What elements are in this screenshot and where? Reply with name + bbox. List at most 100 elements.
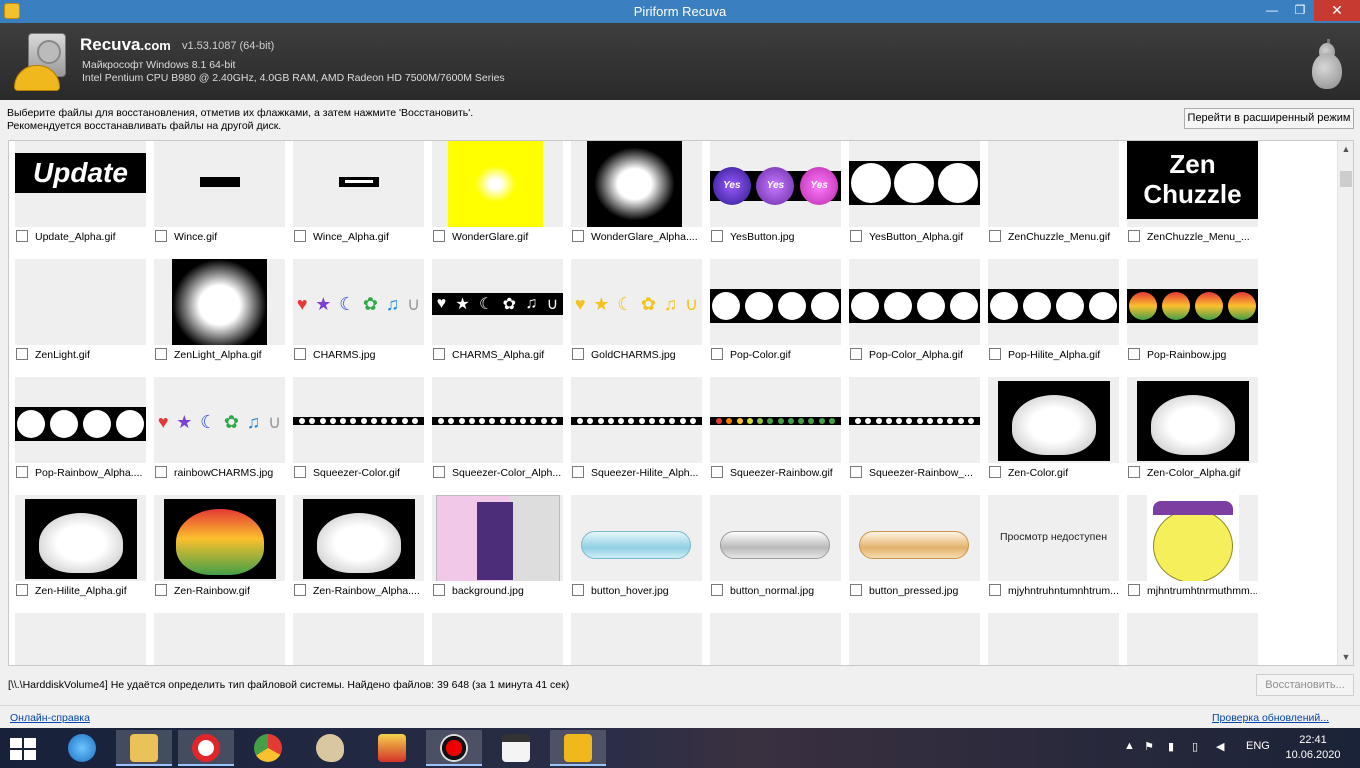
file-tile[interactable]: Zen-Rainbow.gif — [152, 495, 285, 613]
file-tile[interactable]: Squeezer-Color.gif — [291, 377, 424, 495]
file-checkbox[interactable] — [433, 230, 445, 242]
file-tile[interactable]: Squeezer-Hilite_Alph... — [569, 377, 702, 495]
file-checkbox[interactable] — [155, 230, 167, 242]
file-checkbox[interactable] — [16, 584, 28, 596]
file-checkbox[interactable] — [850, 466, 862, 478]
explorer-icon[interactable] — [116, 730, 172, 766]
scrollbar-thumb[interactable] — [1340, 171, 1352, 187]
file-tile[interactable]: Wince_Alpha.gif — [291, 141, 424, 259]
file-tile[interactable]: Просмотр недоступен — [430, 613, 563, 665]
file-tile[interactable]: YesButton_Alpha.gif — [847, 141, 980, 259]
file-tile[interactable]: Zen Chuzzle ZenChuzzle_Menu_... — [1125, 141, 1258, 259]
file-checkbox[interactable] — [294, 584, 306, 596]
file-tile[interactable]: Update Update_Alpha.gif — [13, 141, 146, 259]
file-checkbox[interactable] — [1128, 584, 1140, 596]
file-tile[interactable]: mjhntrumhtnrmuthmm... — [1125, 495, 1258, 613]
file-checkbox[interactable] — [850, 584, 862, 596]
file-tile[interactable]: Pop-Rainbow_Alpha.... — [13, 377, 146, 495]
restore-button[interactable]: Восстановить... — [1256, 674, 1354, 696]
file-tile[interactable]: ♥ ★ ☾ ✿ ♫ ∪ GoldCHARMS.jpg — [569, 259, 702, 377]
file-tile[interactable]: background.jpg — [430, 495, 563, 613]
start-icon[interactable] — [10, 738, 38, 760]
paint-icon[interactable] — [302, 730, 358, 766]
file-tile[interactable]: Pop-Color.gif — [708, 259, 841, 377]
file-checkbox[interactable] — [16, 466, 28, 478]
file-checkbox[interactable] — [155, 466, 167, 478]
file-checkbox[interactable] — [433, 466, 445, 478]
file-checkbox[interactable] — [1128, 230, 1140, 242]
file-checkbox[interactable] — [294, 466, 306, 478]
file-tile[interactable]: ♥ ★ ☾ ✿ ♫ ∪ rainbowCHARMS.jpg — [152, 377, 285, 495]
file-tile[interactable]: button_normal.jpg — [708, 495, 841, 613]
ie-icon[interactable] — [54, 730, 110, 766]
file-tile[interactable]: Yes Yes Yes YesButton.jpg — [708, 141, 841, 259]
record-icon[interactable] — [426, 730, 482, 766]
file-checkbox[interactable] — [433, 348, 445, 360]
advanced-mode-button[interactable]: Перейти в расширенный режим — [1184, 108, 1354, 129]
opera-icon[interactable] — [178, 730, 234, 766]
network-icon[interactable]: ▮ — [1168, 740, 1174, 753]
language-indicator[interactable]: ENG — [1246, 740, 1270, 752]
clock[interactable]: 22:41 10.06.2020 — [1272, 733, 1354, 763]
file-tile[interactable]: Просмотр недоступен — [847, 613, 980, 665]
file-tile[interactable]: Просмотр недоступен — [152, 613, 285, 665]
file-tile[interactable]: Squeezer-Rainbow_... — [847, 377, 980, 495]
file-checkbox[interactable] — [16, 348, 28, 360]
file-checkbox[interactable] — [294, 348, 306, 360]
file-checkbox[interactable] — [572, 230, 584, 242]
file-checkbox[interactable] — [433, 584, 445, 596]
file-checkbox[interactable] — [711, 466, 723, 478]
file-tile[interactable]: Просмотр недоступен — [291, 613, 424, 665]
file-tile[interactable]: Squeezer-Rainbow.gif — [708, 377, 841, 495]
minimize-button[interactable]: — — [1258, 0, 1286, 21]
check-updates-link[interactable]: Проверка обновлений... — [1212, 712, 1329, 724]
file-checkbox[interactable] — [711, 348, 723, 360]
chrome-icon[interactable] — [240, 730, 296, 766]
game-icon[interactable] — [364, 730, 420, 766]
file-checkbox[interactable] — [155, 584, 167, 596]
file-tile[interactable]: Просмотр недоступен mjyhntruhntumnhtrum..… — [986, 495, 1119, 613]
file-tile[interactable]: Pop-Hilite_Alpha.gif — [986, 259, 1119, 377]
file-tile[interactable]: Просмотр недоступен — [13, 613, 146, 665]
file-checkbox[interactable] — [16, 230, 28, 242]
flag-icon[interactable]: ⚑ — [1144, 740, 1154, 753]
file-tile[interactable]: ZenLight_Alpha.gif — [152, 259, 285, 377]
battery-icon[interactable]: ▯ — [1192, 740, 1198, 753]
file-checkbox[interactable] — [572, 466, 584, 478]
maximize-button[interactable]: ❐ — [1286, 0, 1314, 21]
file-tile[interactable]: Просмотр недоступен — [986, 613, 1119, 665]
file-checkbox[interactable] — [989, 348, 1001, 360]
recuva-icon[interactable] — [550, 730, 606, 766]
file-checkbox[interactable] — [989, 584, 1001, 596]
file-tile[interactable]: Zen-Rainbow_Alpha.... — [291, 495, 424, 613]
file-checkbox[interactable] — [1128, 348, 1140, 360]
file-checkbox[interactable] — [711, 584, 723, 596]
file-tile[interactable]: Zen-Color.gif — [986, 377, 1119, 495]
file-tile[interactable]: WonderGlare_Alpha.... — [569, 141, 702, 259]
file-checkbox[interactable] — [572, 348, 584, 360]
file-tile[interactable]: Просмотр недоступен — [1125, 613, 1258, 665]
file-checkbox[interactable] — [572, 584, 584, 596]
file-checkbox[interactable] — [1128, 466, 1140, 478]
scroll-down-icon[interactable]: ▼ — [1338, 649, 1353, 665]
file-tile[interactable]: Просмотр недоступен — [708, 613, 841, 665]
file-checkbox[interactable] — [294, 230, 306, 242]
file-tile[interactable]: button_hover.jpg — [569, 495, 702, 613]
file-tile[interactable]: ZenLight.gif — [13, 259, 146, 377]
file-tile[interactable]: Zen-Color_Alpha.gif — [1125, 377, 1258, 495]
file-checkbox[interactable] — [989, 230, 1001, 242]
volume-icon[interactable]: ◀ — [1216, 740, 1224, 753]
close-button[interactable]: ✕ — [1314, 0, 1360, 21]
file-checkbox[interactable] — [711, 230, 723, 242]
file-tile[interactable]: Pop-Color_Alpha.gif — [847, 259, 980, 377]
file-tile[interactable]: Просмотр недоступен — [569, 613, 702, 665]
file-tile[interactable]: ♥ ★ ☾ ✿ ♫ ∪ CHARMS_Alpha.gif — [430, 259, 563, 377]
file-tile[interactable]: Zen-Hilite_Alpha.gif — [13, 495, 146, 613]
file-tile[interactable]: Wince.gif — [152, 141, 285, 259]
file-tile[interactable]: button_pressed.jpg — [847, 495, 980, 613]
file-tile[interactable]: ZenChuzzle_Menu.gif — [986, 141, 1119, 259]
vertical-scrollbar[interactable]: ▲ ▼ — [1337, 141, 1353, 665]
file-tile[interactable]: Pop-Rainbow.jpg — [1125, 259, 1258, 377]
file-checkbox[interactable] — [850, 348, 862, 360]
file-tile[interactable]: WonderGlare.gif — [430, 141, 563, 259]
